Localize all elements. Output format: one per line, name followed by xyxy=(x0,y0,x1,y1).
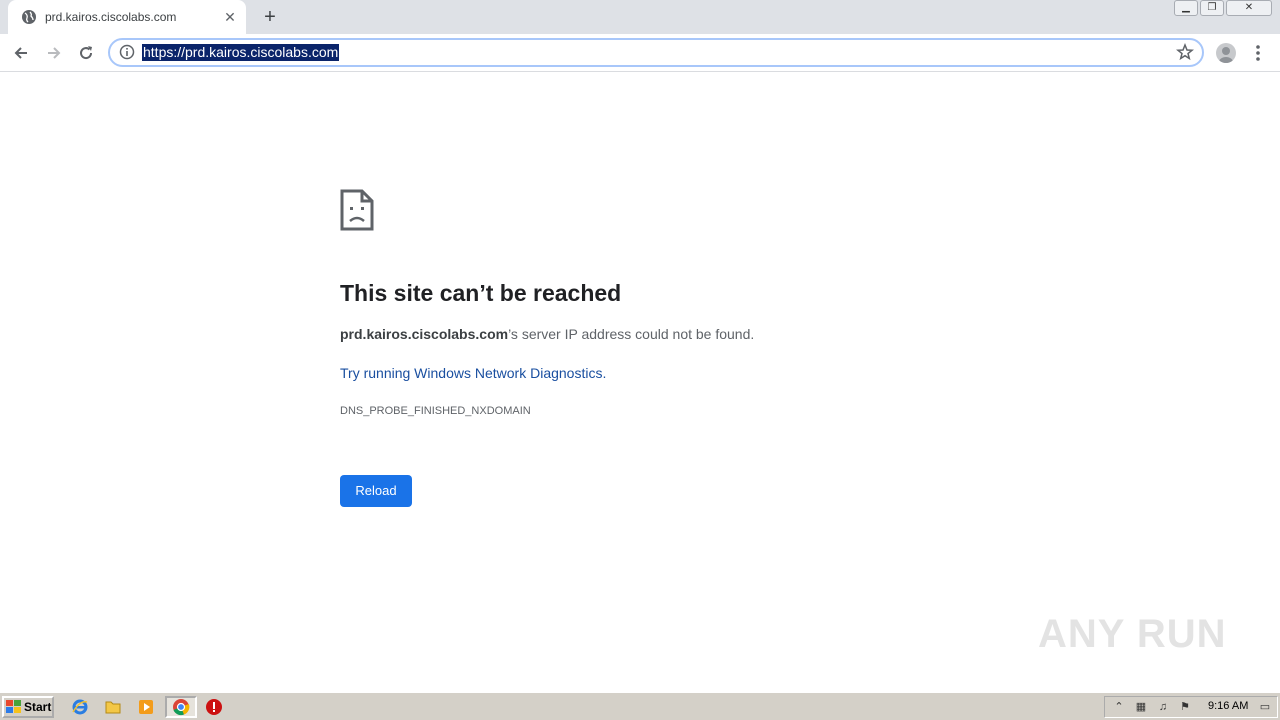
arrow-right-icon xyxy=(48,47,61,59)
windows-logo-icon xyxy=(6,700,21,713)
tab-close-icon[interactable]: ✕ xyxy=(222,9,238,25)
arrow-left-icon xyxy=(14,47,27,59)
media-player-icon[interactable] xyxy=(137,698,155,716)
window-controls: ▁ ❐ ✕ xyxy=(1174,0,1272,18)
chevron-up-icon[interactable]: ⌃ xyxy=(1111,699,1127,715)
browser-toolbar: https://prd.kairos.ciscolabs.com xyxy=(0,34,1280,72)
page-content: This site can’t be reached prd.kairos.ci… xyxy=(0,72,1280,692)
tab-title: prd.kairos.ciscolabs.com xyxy=(45,10,177,24)
error-message: prd.kairos.ciscolabs.com’s server IP add… xyxy=(340,326,754,342)
start-button[interactable]: Start xyxy=(2,696,54,718)
chrome-taskbar-button[interactable] xyxy=(165,696,197,718)
url-text[interactable]: https://prd.kairos.ciscolabs.com xyxy=(142,44,340,61)
watermark-logo: ANY RUN xyxy=(1038,612,1227,656)
network-icon[interactable]: ▦ xyxy=(1133,699,1149,715)
reload-button[interactable]: Reload xyxy=(340,475,412,507)
stop-icon[interactable] xyxy=(205,698,223,716)
diagnostics-line: Try running Windows Network Diagnostics. xyxy=(340,365,606,381)
speaker-icon[interactable]: ♫ xyxy=(1155,699,1171,715)
info-icon[interactable] xyxy=(119,44,135,60)
diagnostics-period: . xyxy=(602,365,607,381)
system-tray: ⌃ ▦ ♫ ⚑ 9:16 AM ▭ xyxy=(1104,696,1278,718)
error-title: This site can’t be reached xyxy=(340,280,622,306)
globe-icon xyxy=(22,10,36,24)
error-code: DNS_PROBE_FINISHED_NXDOMAIN xyxy=(340,405,531,417)
menu-dots-icon[interactable] xyxy=(1250,42,1266,64)
start-label: Start xyxy=(24,700,52,714)
tab-strip: prd.kairos.ciscolabs.com ✕ + ▁ ❐ ✕ xyxy=(0,0,1280,34)
error-host: prd.kairos.ciscolabs.com xyxy=(340,326,509,342)
folder-icon[interactable] xyxy=(104,698,122,716)
clock: 9:16 AM xyxy=(1208,700,1249,712)
star-icon[interactable] xyxy=(1176,43,1194,61)
tab-active[interactable]: prd.kairos.ciscolabs.com ✕ xyxy=(8,0,246,34)
reload-toolbar-button[interactable] xyxy=(74,41,98,65)
diagnostics-link[interactable]: Try running Windows Network Diagnostics xyxy=(340,365,602,381)
sad-document-icon xyxy=(340,189,374,231)
back-button[interactable] xyxy=(9,41,33,65)
flag-icon[interactable]: ⚑ xyxy=(1177,699,1193,715)
address-bar[interactable]: https://prd.kairos.ciscolabs.com xyxy=(108,38,1204,67)
chrome-icon xyxy=(173,699,190,716)
internet-explorer-icon[interactable] xyxy=(71,698,89,716)
forward-button[interactable] xyxy=(42,41,66,65)
minimize-icon[interactable]: ▁ xyxy=(1174,0,1198,16)
taskbar: Start ⌃ ▦ ♫ ⚑ 9:16 AM ▭ xyxy=(0,692,1280,720)
show-desktop-icon[interactable]: ▭ xyxy=(1257,699,1273,715)
window-close-icon[interactable]: ✕ xyxy=(1226,0,1272,16)
profile-avatar-icon[interactable] xyxy=(1216,43,1236,63)
error-message-suffix: ’s server IP address could not be found. xyxy=(508,326,755,342)
refresh-icon xyxy=(80,46,93,60)
restore-icon[interactable]: ❐ xyxy=(1200,0,1224,16)
new-tab-button[interactable]: + xyxy=(259,6,281,28)
